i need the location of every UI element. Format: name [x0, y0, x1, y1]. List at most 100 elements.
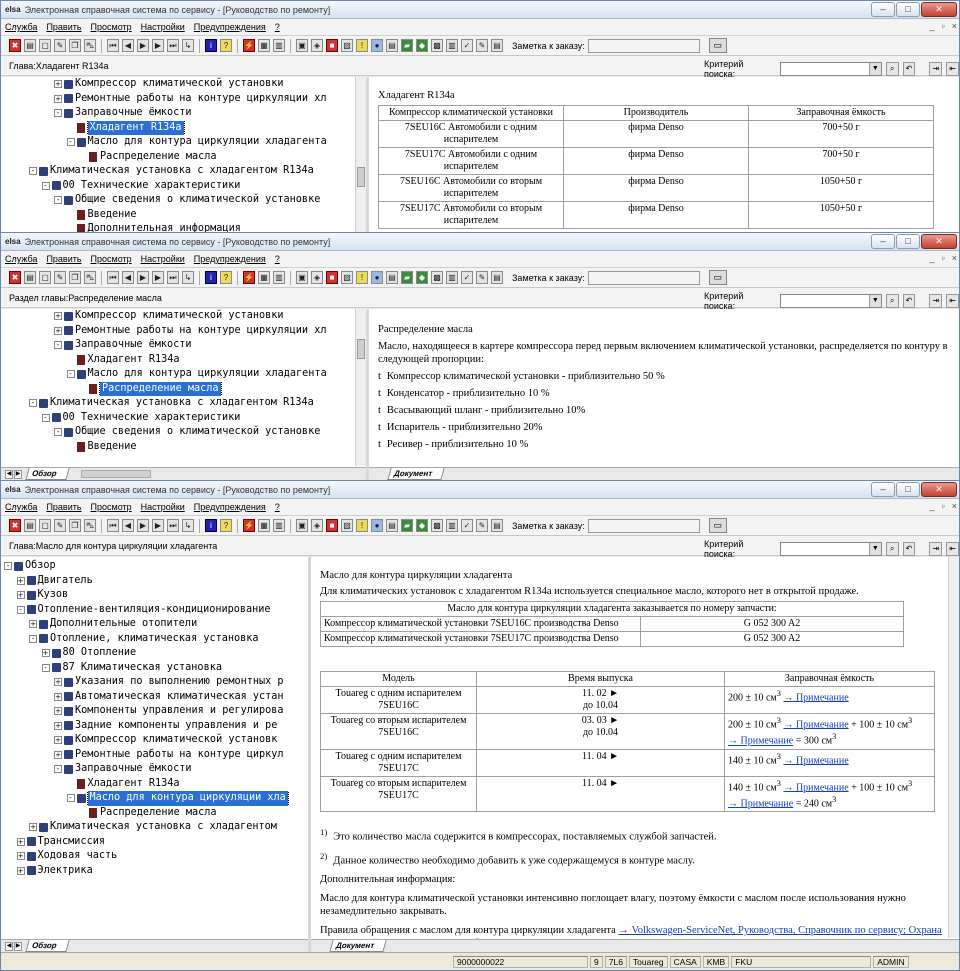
- bookmark-icon[interactable]: ▤: [491, 271, 503, 284]
- tree-item[interactable]: - Масло для контура циркуляции хла: [1, 791, 308, 806]
- expand-icon[interactable]: +: [16, 591, 25, 600]
- tab-overview[interactable]: Обзор: [25, 468, 70, 480]
- globe-icon[interactable]: ●: [371, 519, 383, 532]
- note-button-icon[interactable]: ▭: [708, 518, 727, 533]
- tree-item[interactable]: - 00 Технические характеристики: [1, 411, 366, 426]
- bookmark-icon[interactable]: ▤: [491, 519, 503, 532]
- collapse-icon[interactable]: -: [29, 634, 37, 643]
- bag-icon[interactable]: ◈: [311, 39, 323, 52]
- warning-icon[interactable]: !: [356, 39, 368, 52]
- mdi-minimize-icon[interactable]: _: [930, 21, 935, 31]
- green-book-icon[interactable]: ▰: [401, 39, 413, 52]
- mdi-restore-icon[interactable]: ▫: [942, 501, 945, 511]
- expand-icon[interactable]: +: [54, 678, 62, 687]
- green-book-icon[interactable]: ▰: [401, 271, 413, 284]
- check-icon[interactable]: ✓: [461, 39, 473, 52]
- menu-edit[interactable]: Править: [46, 502, 81, 512]
- menu-view[interactable]: Просмотр: [91, 502, 132, 512]
- tree-item[interactable]: Дополнительная информация: [1, 222, 366, 232]
- car-icon[interactable]: ⛍: [84, 519, 96, 532]
- menu-settings[interactable]: Настройки: [141, 502, 185, 512]
- minimize-button[interactable]: –: [871, 234, 895, 249]
- expand-icon[interactable]: +: [16, 837, 25, 846]
- menu-service[interactable]: Служба: [5, 254, 37, 264]
- collapse-icon[interactable]: -: [54, 196, 62, 205]
- globe-icon[interactable]: ●: [371, 271, 383, 284]
- tree-item[interactable]: - Масло для контура циркуляции хладагента: [1, 135, 366, 150]
- maximize-button[interactable]: □: [896, 2, 920, 17]
- network-icon[interactable]: ▩: [431, 39, 443, 52]
- tab-document[interactable]: Документ: [387, 468, 445, 480]
- expand-icon[interactable]: +: [54, 750, 62, 759]
- step-icon[interactable]: ↳: [182, 271, 194, 284]
- lock-icon[interactable]: ▤: [386, 271, 398, 284]
- criteria-select[interactable]: [779, 542, 882, 556]
- edit-icon[interactable]: ✎: [54, 271, 66, 284]
- box-icon[interactable]: ▧: [341, 39, 353, 52]
- collapse-icon[interactable]: -: [41, 181, 50, 190]
- expand-icon[interactable]: +: [54, 80, 62, 89]
- maximize-button[interactable]: □: [896, 234, 920, 249]
- tab-scroll-right-icon[interactable]: ▶: [14, 469, 22, 479]
- green-book-icon[interactable]: ▰: [401, 519, 413, 532]
- grid-icon[interactable]: ▣: [296, 519, 308, 532]
- tree-item[interactable]: Хладагент R134a: [1, 777, 308, 792]
- horizontal-scrollbar[interactable]: [81, 470, 151, 478]
- copy-icon[interactable]: ❐: [69, 519, 81, 532]
- grid-icon[interactable]: ▣: [296, 271, 308, 284]
- note-input[interactable]: [587, 518, 700, 533]
- tree-item[interactable]: + Климатическая установка с хладагентом: [1, 820, 308, 835]
- expand-icon[interactable]: +: [29, 823, 37, 832]
- mdi-minimize-icon[interactable]: _: [930, 501, 935, 511]
- menu-edit[interactable]: Править: [46, 22, 81, 32]
- mdi-close-icon[interactable]: ×: [952, 501, 957, 511]
- note-button-icon[interactable]: ▭: [708, 270, 727, 285]
- expand-icon[interactable]: +: [54, 692, 62, 701]
- book-icon[interactable]: ▥: [273, 39, 285, 52]
- minimize-button[interactable]: –: [871, 2, 895, 17]
- minimize-button[interactable]: –: [871, 482, 895, 497]
- box-icon[interactable]: ▧: [341, 519, 353, 532]
- criteria-select[interactable]: [779, 294, 882, 308]
- expand-icon[interactable]: +: [16, 866, 25, 875]
- tree-item[interactable]: - Отопление-вентиляция-кондиционирование: [1, 603, 308, 618]
- expand-icon[interactable]: +: [54, 312, 62, 321]
- bag-icon[interactable]: ◈: [311, 271, 323, 284]
- play-icon[interactable]: ▶: [137, 519, 149, 532]
- tree-item[interactable]: Введение: [1, 440, 366, 455]
- print-icon[interactable]: ▤: [24, 39, 36, 52]
- check-icon[interactable]: ✓: [461, 271, 473, 284]
- mdi-minimize-icon[interactable]: _: [930, 253, 935, 263]
- search-icon[interactable]: ⌕: [885, 62, 899, 76]
- note-link[interactable]: → Примечание: [783, 719, 848, 730]
- next-icon[interactable]: ▶: [152, 271, 164, 284]
- collapse-icon[interactable]: -: [54, 765, 62, 774]
- search-next-icon[interactable]: ⇥: [929, 294, 943, 308]
- search-next-icon[interactable]: ⇥: [929, 62, 943, 76]
- tab-overview[interactable]: Обзор: [25, 940, 70, 952]
- search-back-icon[interactable]: ↶: [902, 62, 916, 76]
- expand-icon[interactable]: +: [54, 326, 62, 335]
- close-button[interactable]: ✕: [921, 2, 957, 17]
- expand-icon[interactable]: +: [41, 649, 50, 658]
- tree-item[interactable]: - 00 Технические характеристики: [1, 179, 366, 194]
- tree-item[interactable]: + Автоматическая климатическая устан: [1, 690, 308, 705]
- collapse-icon[interactable]: -: [54, 428, 62, 437]
- step-icon[interactable]: ↳: [182, 39, 194, 52]
- info-icon[interactable]: i: [205, 39, 217, 52]
- tree-item[interactable]: Распределение масла: [1, 150, 366, 165]
- signal-icon[interactable]: ⚡: [243, 39, 255, 52]
- note-button-icon[interactable]: ▭: [708, 38, 727, 53]
- menu-view[interactable]: Просмотр: [91, 254, 132, 264]
- menu-help[interactable]: ?: [275, 254, 280, 264]
- first-icon[interactable]: ⏮: [107, 39, 119, 52]
- red-book-icon[interactable]: ■: [326, 271, 338, 284]
- note-link[interactable]: → Примечание: [783, 782, 848, 793]
- close-button[interactable]: ✕: [921, 234, 957, 249]
- tree-item[interactable]: - Общие сведения о климатической установк…: [1, 193, 366, 208]
- collapse-icon[interactable]: -: [54, 341, 62, 350]
- bag-icon[interactable]: ◈: [311, 519, 323, 532]
- edit-icon[interactable]: ✎: [54, 519, 66, 532]
- mdi-restore-icon[interactable]: ▫: [942, 21, 945, 31]
- book2-icon[interactable]: ▥: [446, 519, 458, 532]
